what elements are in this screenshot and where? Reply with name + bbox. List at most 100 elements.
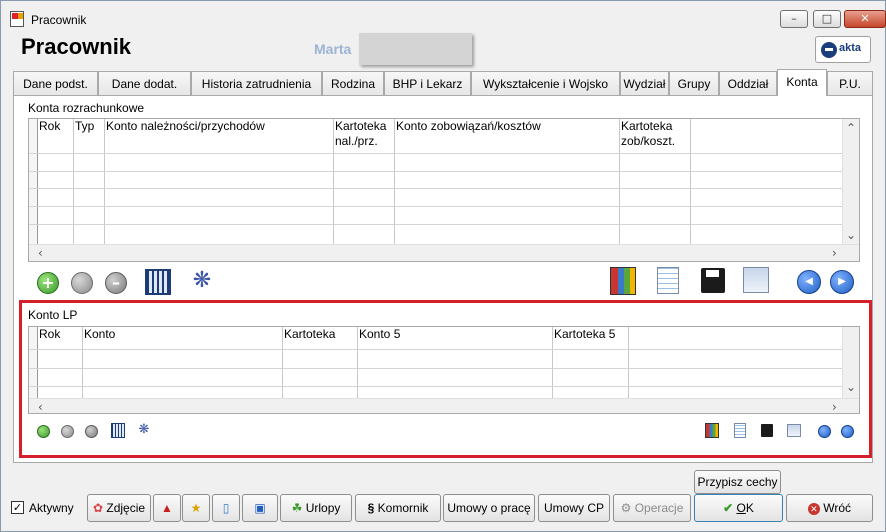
palm-icon: ☘ <box>291 501 303 515</box>
umowy-cp-button[interactable]: Umowy CP <box>538 494 610 522</box>
column-header-typ[interactable]: Typ <box>74 119 105 261</box>
view-icon[interactable] <box>71 272 93 294</box>
photo-icon: ✿ <box>92 501 104 515</box>
scroll-right-icon[interactable]: › <box>832 247 837 259</box>
trophy-button[interactable]: ★ <box>182 494 210 522</box>
scroll-down-icon[interactable]: ⌄ <box>846 381 856 393</box>
first-record-icon[interactable]: ◀ <box>797 270 821 294</box>
tab-historia-zatrudnienia[interactable]: Historia zatrudnienia <box>191 71 322 96</box>
spreadsheet-icon[interactable] <box>657 267 679 294</box>
konta-rozrachunkowe-grid: Rok Typ Konto należności/przychodów Kart… <box>28 118 860 262</box>
employee-name: Marta <box>314 41 352 57</box>
grid-icon[interactable]: ❋ <box>136 422 152 438</box>
first-record-icon[interactable] <box>818 425 831 438</box>
tab-grupy[interactable]: Grupy <box>669 71 719 96</box>
akta-logo-text: akta <box>839 42 862 54</box>
remove-icon[interactable] <box>85 425 98 438</box>
windows-icon[interactable] <box>787 424 801 437</box>
save-icon[interactable] <box>701 268 725 293</box>
urlopy-button[interactable]: ☘ Urlopy <box>280 494 352 522</box>
window-title: Pracownik <box>31 13 87 27</box>
tab-bhp-i-lekarz[interactable]: BHP i Lekarz <box>384 71 471 96</box>
scroll-up-icon[interactable]: ⌃ <box>846 122 856 134</box>
row-separator <box>29 224 844 225</box>
add-icon[interactable]: + <box>37 272 59 294</box>
header-separator <box>29 349 844 350</box>
operacje-button[interactable]: ⚙ Operacje <box>613 494 691 522</box>
last-record-icon[interactable]: ▶ <box>830 270 854 294</box>
zdjecie-button[interactable]: ✿ Zdjęcie <box>87 494 151 522</box>
car-button[interactable]: ▲ <box>153 494 181 522</box>
chart-icon[interactable] <box>610 267 636 295</box>
przypisz-cechy-button[interactable]: Przypisz cechy <box>694 470 781 494</box>
row-indicator-column <box>29 327 38 398</box>
filter-icon[interactable] <box>145 269 171 295</box>
scroll-right-icon[interactable]: › <box>832 401 837 413</box>
tab-strip: Dane podst. Dane dodat. Historia zatrudn… <box>13 69 873 96</box>
tab-oddzial[interactable]: Oddział <box>719 71 777 96</box>
check-icon: ✔ <box>723 501 734 515</box>
aktywny-checkbox[interactable]: ✓ <box>11 501 24 514</box>
horizontal-scrollbar[interactable]: ‹ › <box>29 244 859 261</box>
zdjecie-label: Zdjęcie <box>106 501 146 515</box>
tab-dane-podst[interactable]: Dane podst. <box>13 71 98 96</box>
row-separator <box>29 188 844 189</box>
ok-label-rest: K <box>745 501 754 515</box>
column-header-konto-zobowiazan[interactable]: Konto zobowiązań/kosztów <box>395 119 620 261</box>
column-header-konto-naleznosci[interactable]: Konto należności/przychodów <box>105 119 334 261</box>
tab-konta[interactable]: Konta <box>777 69 827 96</box>
close-button[interactable]: ✕ <box>844 10 886 28</box>
pracownik-window: Pracownik – □ ✕ Pracownik Marta akta Dan… <box>0 0 886 532</box>
column-header-kartoteka-zob[interactable]: Kartoteka zob/koszt. <box>620 119 691 261</box>
tab-wyksztalcenie-i-wojsko[interactable]: Wykształcenie i Wojsko <box>471 71 620 96</box>
column-header-rok[interactable]: Rok <box>38 119 74 261</box>
row-separator <box>29 368 844 369</box>
umowy-o-prace-button[interactable]: Umowy o pracę <box>443 494 535 522</box>
scroll-left-icon[interactable]: ‹ <box>38 401 43 413</box>
horizontal-scrollbar[interactable]: ‹ › <box>29 398 859 413</box>
monitor-button[interactable]: ▣ <box>242 494 278 522</box>
header-separator <box>29 153 844 154</box>
tab-rodzina[interactable]: Rodzina <box>322 71 384 96</box>
column-header-kartoteka-nal[interactable]: Kartoteka nal./prz. <box>334 119 395 261</box>
tab-dane-dodat[interactable]: Dane dodat. <box>98 71 191 96</box>
komornik-label: Komornik <box>377 501 429 515</box>
filter-icon[interactable] <box>111 423 125 438</box>
cancel-icon: ✕ <box>807 502 820 515</box>
scroll-down-icon[interactable]: ⌄ <box>846 229 856 241</box>
title-bar: Pracownik – □ ✕ <box>1 1 886 33</box>
minimize-button[interactable]: – <box>780 10 808 28</box>
ok-button[interactable]: ✔ OK <box>694 494 783 522</box>
view-icon[interactable] <box>61 425 74 438</box>
remove-icon[interactable]: – <box>105 272 127 294</box>
vertical-scrollbar[interactable]: ⌄ <box>842 327 859 398</box>
car-icon: ▲ <box>161 501 173 515</box>
ok-mnemonic: O <box>736 501 746 515</box>
save-icon[interactable] <box>761 424 773 437</box>
save-label-area <box>706 270 719 277</box>
monitor-icon: ▣ <box>254 501 266 515</box>
tab-wydzial[interactable]: Wydział <box>620 71 669 96</box>
akta-logo-icon <box>821 42 837 58</box>
phone-icon: ▯ <box>222 501 230 515</box>
chart-icon[interactable] <box>705 423 719 438</box>
maximize-button[interactable]: □ <box>813 10 841 28</box>
last-record-icon[interactable] <box>841 425 854 438</box>
akta-logo-button[interactable]: akta <box>815 36 871 63</box>
tab-pu[interactable]: P.U. <box>827 71 873 96</box>
page-title: Pracownik <box>21 34 132 59</box>
phone-button[interactable]: ▯ <box>212 494 240 522</box>
windows-icon[interactable] <box>743 267 769 293</box>
konta-rozrachunkowe-label: Konta rozrachunkowe <box>28 101 145 115</box>
add-icon[interactable] <box>37 425 50 438</box>
wroc-button[interactable]: ✕ Wróć <box>786 494 873 522</box>
komornik-button[interactable]: § Komornik <box>355 494 441 522</box>
spreadsheet-icon[interactable] <box>734 423 746 438</box>
scroll-left-icon[interactable]: ‹ <box>38 247 43 259</box>
gear-icon: ⚙ <box>620 501 632 515</box>
grid-icon[interactable]: ❋ <box>189 269 215 295</box>
row-separator <box>29 386 844 387</box>
app-icon <box>10 11 24 27</box>
vertical-scrollbar[interactable]: ⌃ ⌄ <box>842 119 859 244</box>
konto-lp-grid: Rok Konto Kartoteka Konto 5 Kartoteka 5 … <box>28 326 860 414</box>
